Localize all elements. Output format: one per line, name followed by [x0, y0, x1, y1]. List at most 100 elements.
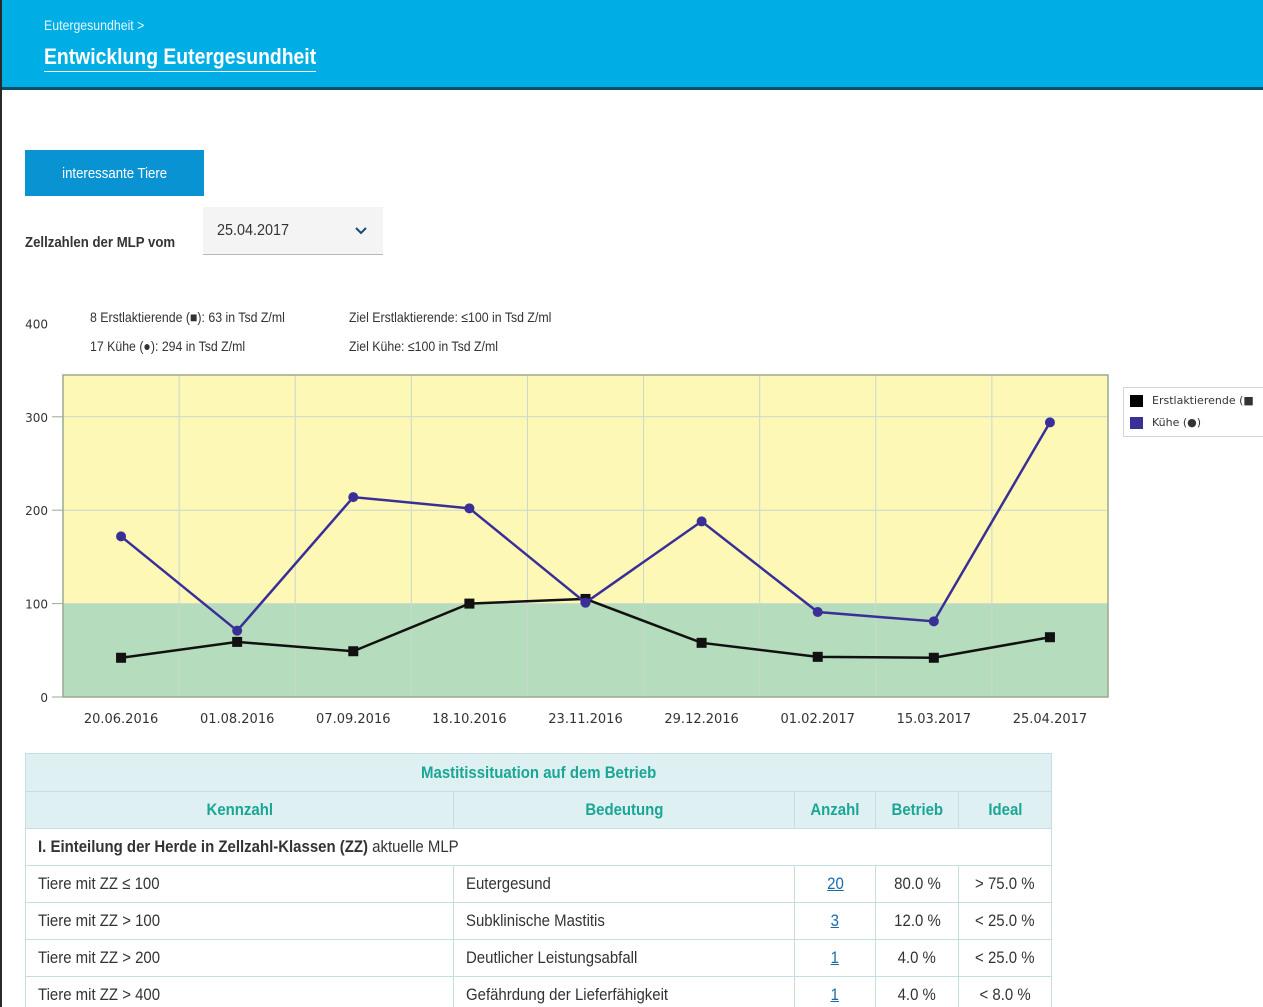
count-link[interactable]: 1 — [831, 985, 839, 1005]
legend-swatch-first-lactation — [1130, 395, 1143, 407]
x-tick-label: 23.11.2016 — [548, 712, 622, 727]
data-point-cows — [580, 597, 591, 608]
col-header-anzahl: Anzahl — [794, 791, 876, 829]
col-header-bedeutung: Bedeutung — [452, 791, 796, 829]
col-header-ideal: Ideal — [958, 791, 1052, 829]
cell-betrieb-text: 12.0 % — [893, 911, 941, 930]
cell-bedeutung: Gefährdung der Lieferfähigkeit — [452, 976, 796, 1007]
x-tick-label: 18.10.2016 — [432, 712, 506, 727]
cell-betrieb-text: 4.0 % — [897, 948, 937, 967]
data-point-first-lactation — [348, 646, 359, 657]
table-row: Tiere mit ZZ > 200 Deutlicher Leistungsa… — [25, 939, 1052, 977]
cell-ideal-text: < 25.0 % — [975, 948, 1035, 967]
cell-anzahl: 20 — [794, 865, 876, 903]
col-header-bedeutung-text: Bedeutung — [584, 800, 664, 819]
mlp-date-select[interactable]: 25.04.2017 — [203, 207, 383, 255]
cell-betrieb-text: 80.0 % — [893, 874, 941, 893]
interesting-animals-label: interessante Tiere — [62, 164, 167, 182]
legend-label-first-lactation: Erstlaktierende (■ — [1152, 394, 1254, 407]
section-title: I. Einteilung der Herde in Zellzahl-Klas… — [25, 828, 1052, 866]
count-link[interactable]: 1 — [831, 948, 839, 968]
col-header-kennzahl-text: Kennzahl — [206, 800, 273, 819]
y-tick-label: 100 — [25, 598, 48, 612]
data-point-first-lactation — [1044, 632, 1055, 643]
cell-kennzahl-text: Tiere mit ZZ > 100 — [38, 911, 161, 930]
col-header-betrieb: Betrieb — [874, 791, 960, 829]
data-point-first-lactation — [116, 652, 127, 663]
cell-betrieb: 80.0 % — [874, 865, 960, 903]
col-header-kennzahl: Kennzahl — [25, 791, 454, 829]
data-point-cows — [812, 607, 823, 618]
page-title: Entwicklung Eutergesundheit — [44, 44, 317, 72]
cell-bedeutung-text: Eutergesund — [465, 874, 551, 893]
cell-ideal: < 25.0 % — [958, 939, 1052, 977]
cell-bedeutung: Deutlicher Leistungsabfall — [452, 939, 796, 977]
data-point-cows — [232, 625, 243, 636]
section-row: I. Einteilung der Herde in Zellzahl-Klas… — [25, 828, 1052, 866]
mastitis-table: Mastitissituation auf dem Betrieb Kennza… — [25, 753, 1052, 1007]
cell-kennzahl: Tiere mit ZZ > 400 — [25, 976, 454, 1007]
cell-count-chart: 8 Erstlaktierende (■): 63 in Tsd Z/ml Zi… — [0, 290, 1263, 740]
data-point-first-lactation — [812, 651, 823, 662]
cell-kennzahl-text: Tiere mit ZZ > 200 — [38, 948, 161, 967]
y-tick-label: 200 — [25, 504, 48, 518]
cell-kennzahl-text: Tiere mit ZZ > 400 — [38, 985, 161, 1004]
cell-ideal: > 75.0 % — [958, 865, 1052, 903]
cell-ideal-text: > 75.0 % — [975, 874, 1035, 893]
count-link[interactable]: 3 — [831, 911, 839, 931]
cell-bedeutung-text: Gefährdung der Lieferfähigkeit — [465, 985, 668, 1004]
table-caption: Mastitissituation auf dem Betrieb — [25, 753, 1052, 792]
interesting-animals-button[interactable]: interessante Tiere — [25, 150, 204, 196]
data-point-cows — [696, 516, 707, 527]
col-header-anzahl-text: Anzahl — [810, 800, 860, 819]
x-tick-label: 01.08.2016 — [200, 712, 274, 727]
count-link[interactable]: 20 — [827, 874, 844, 894]
col-header-ideal-text: Ideal — [988, 800, 1023, 819]
cell-bedeutung: Subklinische Mastitis — [452, 902, 796, 940]
table-caption-text: Mastitissituation auf dem Betrieb — [420, 762, 657, 782]
data-point-first-lactation — [696, 637, 707, 648]
y-tick-label: 400 — [25, 317, 48, 331]
data-point-first-lactation — [928, 652, 939, 663]
chart-legend: Erstlaktierende (■ Kühe (●) — [1123, 387, 1263, 437]
cell-ideal-text: < 8.0 % — [979, 985, 1031, 1004]
cell-betrieb-text: 4.0 % — [897, 985, 937, 1004]
section-title-bold: I. Einteilung der Herde in Zellzahl-Klas… — [38, 837, 368, 856]
x-tick-label: 01.02.2017 — [781, 712, 855, 727]
cell-kennzahl: Tiere mit ZZ > 200 — [25, 939, 454, 977]
x-tick-label: 20.06.2016 — [84, 712, 158, 727]
mlp-date-value: 25.04.2017 — [217, 222, 290, 239]
table-row: Tiere mit ZZ > 400 Gefährdung der Liefer… — [25, 976, 1052, 1007]
data-point-cows — [928, 616, 939, 627]
cell-bedeutung-text: Deutlicher Leistungsabfall — [465, 948, 638, 967]
data-point-cows — [1044, 417, 1055, 428]
legend-swatch-cows — [1130, 417, 1143, 429]
cell-kennzahl-text: Tiere mit ZZ ≤ 100 — [38, 874, 160, 893]
above-target-band — [63, 375, 1108, 604]
cell-anzahl: 1 — [794, 939, 876, 977]
chart-plot: 0 100 200 300 400 20.06.2016 01.08.2016 07.09.2… — [25, 317, 1109, 727]
cell-betrieb: 4.0 % — [874, 939, 960, 977]
x-tick-label: 15.03.2017 — [897, 712, 971, 727]
table-row: Tiere mit ZZ > 100 Subklinische Mastitis… — [25, 902, 1052, 940]
legend-label-cows: Kühe (●) — [1152, 416, 1202, 429]
mlp-date-label: Zellzahlen der MLP vom — [25, 234, 176, 251]
cell-ideal: < 25.0 % — [958, 902, 1052, 940]
y-tick-label: 300 — [25, 411, 48, 425]
data-point-cows — [464, 503, 475, 514]
cell-betrieb: 4.0 % — [874, 976, 960, 1007]
table-row: Tiere mit ZZ ≤ 100 Eutergesund 20 80.0 %… — [25, 865, 1052, 903]
data-point-first-lactation — [464, 598, 475, 609]
breadcrumb[interactable]: Eutergesundheit > — [44, 17, 144, 33]
x-tick-label: 07.09.2016 — [316, 712, 390, 727]
section-title-rest: aktuelle MLP — [368, 837, 459, 856]
cell-ideal-text: < 25.0 % — [975, 911, 1035, 930]
cell-anzahl: 1 — [794, 976, 876, 1007]
cell-kennzahl: Tiere mit ZZ > 100 — [25, 902, 454, 940]
col-header-betrieb-text: Betrieb — [891, 800, 943, 819]
data-point-cows — [116, 531, 127, 542]
cell-anzahl: 3 — [794, 902, 876, 940]
y-tick-label: 0 — [40, 691, 48, 705]
page-header: Eutergesundheit > Entwicklung Eutergesun… — [2, 0, 1263, 90]
cell-ideal: < 8.0 % — [958, 976, 1052, 1007]
